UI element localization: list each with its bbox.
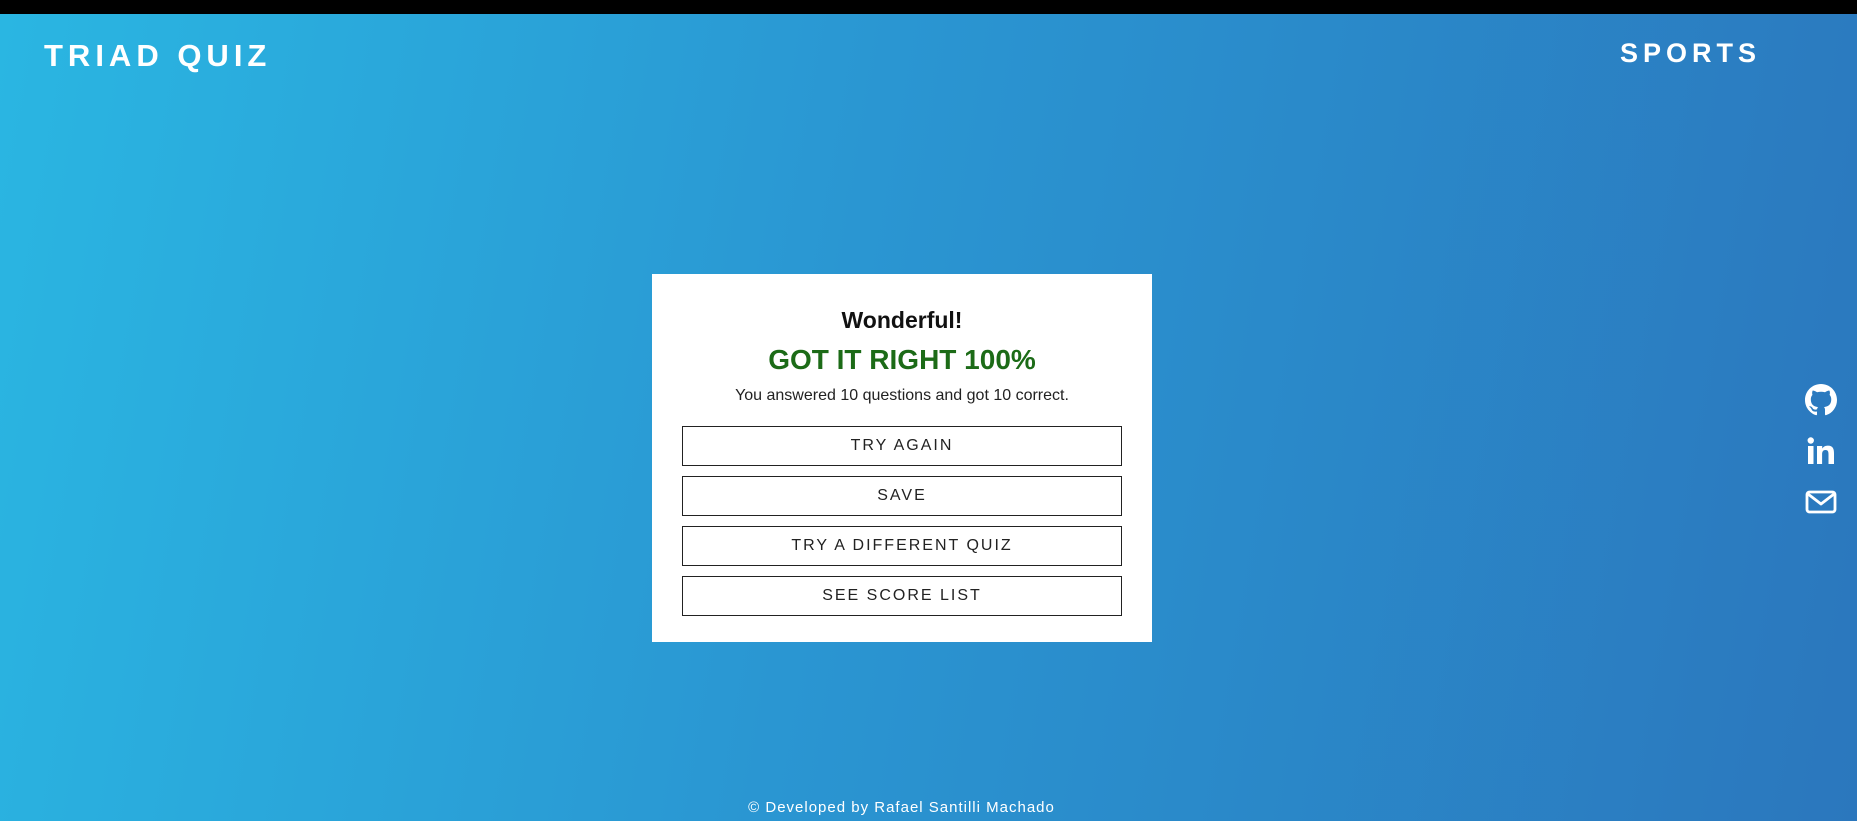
- category-title: SPORTS: [1619, 38, 1761, 68]
- top-bar: [0, 0, 1857, 14]
- try-again-button[interactable]: TRY AGAIN: [682, 426, 1122, 466]
- mail-icon[interactable]: [1805, 486, 1837, 518]
- see-score-list-button[interactable]: SEE SCORE LIST: [682, 576, 1122, 616]
- result-percentage: GOT IT RIGHT 100%: [768, 344, 1036, 375]
- social-links: [1805, 384, 1839, 537]
- footer-credit: © Developed by Rafael Santilli Machado: [748, 799, 1055, 816]
- result-summary: You answered 10 questions and got 10 cor…: [735, 387, 1069, 404]
- page: TRIAD QUIZ SPORTS Wonderful! GOT IT RIGH…: [0, 0, 1857, 821]
- try-different-quiz-button[interactable]: TRY A DIFFERENT QUIZ: [682, 526, 1122, 566]
- github-icon[interactable]: [1805, 384, 1837, 416]
- linkedin-icon[interactable]: [1805, 435, 1837, 467]
- result-heading: Wonderful!: [841, 307, 963, 333]
- save-button[interactable]: SAVE: [682, 476, 1122, 516]
- result-card: Wonderful! GOT IT RIGHT 100% You answere…: [652, 274, 1152, 642]
- brand-title[interactable]: TRIAD QUIZ: [44, 38, 271, 74]
